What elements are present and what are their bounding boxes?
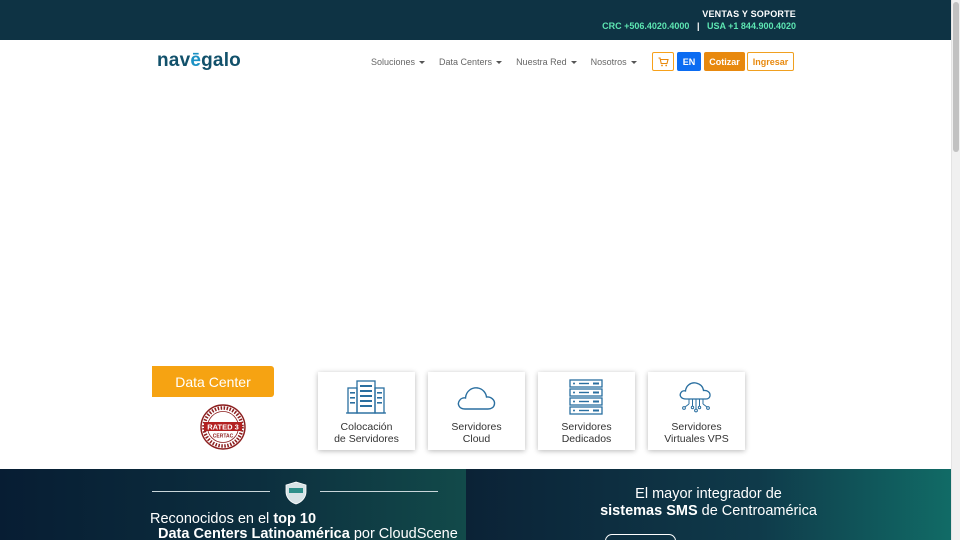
service-label-line2: Cloud — [462, 433, 491, 445]
service-label-line2: Dedicados — [561, 433, 612, 445]
service-card-label: Servidores Cloud — [428, 421, 525, 445]
scrollbar-thumb[interactable] — [953, 2, 959, 152]
caret-down-icon — [496, 60, 503, 64]
banner-left-line1: Reconocidos en el top 10 — [0, 511, 466, 527]
badge-rated-text: RATED 3 — [207, 422, 239, 431]
banner-right-bold: sistemas SMS — [600, 503, 698, 519]
service-label-line1: Colocación — [340, 421, 393, 433]
main-nav: navēgalo Soluciones Data Centers Nuestra… — [0, 40, 951, 86]
cloud-network-icon — [679, 382, 711, 413]
nav-item-soluciones[interactable]: Soluciones — [371, 57, 426, 67]
banner-left-bold: top 10 — [273, 511, 317, 527]
phone-numbers: CRC +506.4020.4000 | USA +1 844.900.4020 — [602, 21, 796, 31]
badge-certac-text: CERTAC — [213, 434, 234, 440]
logo-text-end: galo — [201, 50, 241, 71]
service-label-line2: de Servidores — [334, 433, 399, 445]
dedicated-server-icon — [569, 379, 603, 415]
banner-left-text2: por CloudScene — [349, 526, 458, 540]
banner-right-line1: El mayor integrador de — [635, 486, 782, 502]
data-center-tab[interactable]: Data Center — [152, 366, 274, 397]
service-label-line1: Servidores — [451, 421, 502, 433]
nav-menu: Soluciones Data Centers Nuestra Red Noso… — [371, 57, 637, 67]
page-scrollbar[interactable] — [951, 0, 960, 540]
service-card-label: Servidores Virtuales VPS — [648, 421, 745, 445]
service-label-line1: Servidores — [561, 421, 612, 433]
nav-item-data-centers[interactable]: Data Centers — [439, 57, 503, 67]
nav-item-label: Data Centers — [439, 57, 493, 67]
service-card-vps[interactable]: Servidores Virtuales VPS — [648, 372, 745, 450]
phone-usa-link[interactable]: USA +1 844.900.4020 — [707, 21, 796, 31]
banner-right-text: de Centroamérica — [697, 503, 817, 519]
rated3-certac-badge: RATED 3 CERTAC — [200, 404, 246, 450]
caret-down-icon — [570, 60, 577, 64]
phone-separator: | — [696, 21, 700, 31]
service-label-line2: Virtuales VPS — [664, 433, 729, 445]
service-card-label: Servidores Dedicados — [538, 421, 635, 445]
service-card-dedicados[interactable]: Servidores Dedicados — [538, 372, 635, 450]
language-button[interactable]: EN — [677, 52, 701, 71]
service-card-colocacion[interactable]: Colocación de Servidores — [318, 372, 415, 450]
logo-link[interactable]: navēgalo — [157, 50, 241, 72]
nav-item-nuestra-red[interactable]: Nuestra Red — [516, 57, 577, 67]
caret-down-icon — [419, 60, 426, 64]
nav-item-label: Nosotros — [590, 57, 627, 67]
phone-crc-link[interactable]: CRC +506.4020.4000 — [602, 21, 689, 31]
cloudscene-banner[interactable]: Reconocidos en el top 10 Data Centers La… — [0, 469, 466, 540]
banner-divider — [152, 491, 270, 492]
logo-text-start: nav — [157, 50, 191, 71]
top-bar: VENTAS Y SOPORTE CRC +506.4020.4000 | US… — [0, 0, 951, 40]
sms-integrator-banner[interactable]: El mayor integrador de sistemas SMS de C… — [466, 469, 951, 540]
nav-item-nosotros[interactable]: Nosotros — [591, 57, 637, 67]
server-rack-icon — [346, 380, 386, 414]
banner-left-bold2: Data Centers Latinoamérica — [158, 526, 350, 540]
nav-item-label: Soluciones — [371, 57, 416, 67]
banner-left-text: Reconocidos en el — [149, 511, 274, 527]
sales-support-label: VENTAS Y SOPORTE — [702, 9, 796, 19]
quote-button[interactable]: Cotizar — [704, 52, 745, 71]
login-button[interactable]: Ingresar — [747, 52, 794, 71]
cloud-icon — [457, 387, 496, 410]
cart-button[interactable] — [652, 52, 674, 71]
cart-icon — [658, 56, 669, 66]
banner-right-line2: sistemas SMS de Centroamérica — [466, 503, 951, 519]
service-label-line1: Servidores — [671, 421, 722, 433]
banner-divider — [320, 491, 438, 492]
banner-left-line2: Data Centers Latinoamérica por CloudScen… — [158, 526, 458, 540]
banner-cta-button[interactable] — [605, 534, 676, 540]
service-card-cloud[interactable]: Servidores Cloud — [428, 372, 525, 450]
logo-text-accent: ē — [190, 50, 202, 71]
shield-award-icon — [285, 481, 307, 505]
service-card-label: Colocación de Servidores — [318, 421, 415, 445]
nav-item-label: Nuestra Red — [516, 57, 567, 67]
caret-down-icon — [630, 60, 637, 64]
